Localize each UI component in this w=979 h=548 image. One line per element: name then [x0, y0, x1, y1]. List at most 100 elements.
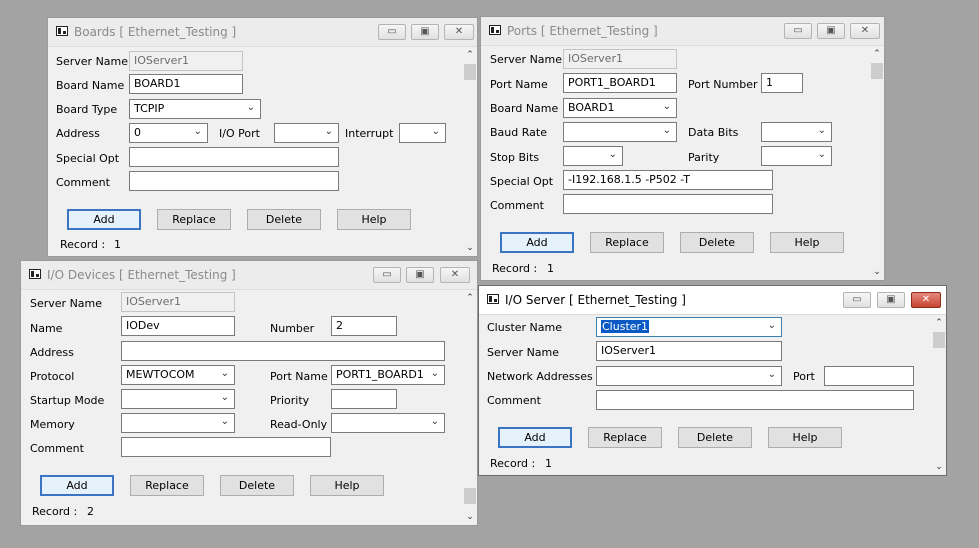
memory-label: Memory [30, 418, 75, 431]
help-button[interactable]: Help [768, 427, 842, 448]
replace-button[interactable]: Replace [590, 232, 664, 253]
special-opt-field[interactable]: -I192.168.1.5 -P502 -T [563, 170, 773, 190]
delete-button[interactable]: Delete [678, 427, 752, 448]
help-button[interactable]: Help [310, 475, 384, 496]
replace-button[interactable]: Replace [588, 427, 662, 448]
scroll-up-icon[interactable]: ⌃ [463, 292, 477, 304]
io-server-title: I/O Server [ Ethernet_Testing ] [505, 293, 686, 307]
add-button[interactable]: Add [67, 209, 141, 230]
close-button[interactable]: ✕ [444, 24, 474, 40]
chevron-down-icon: ⌄ [767, 369, 776, 380]
maximize-button[interactable]: ▣ [411, 24, 439, 40]
protocol-select[interactable]: MEWTOCOM ⌄ [121, 365, 235, 385]
read-only-select[interactable]: ⌄ [331, 413, 445, 433]
comment-field[interactable] [596, 390, 914, 410]
port-name-select[interactable]: PORT1_BOARD1 ⌄ [331, 365, 445, 385]
board-name-field[interactable]: BOARD1 [129, 74, 243, 94]
port-name-field[interactable]: PORT1_BOARD1 [563, 73, 677, 93]
maximize-button[interactable]: ▣ [406, 267, 434, 283]
server-name-field[interactable]: IOServer1 [596, 341, 782, 361]
comment-field[interactable] [563, 194, 773, 214]
scroll-thumb[interactable] [464, 488, 476, 504]
help-button[interactable]: Help [770, 232, 844, 253]
boards-window: Boards [ Ethernet_Testing ] ▭ ▣ ✕ Server… [47, 17, 478, 257]
address-select[interactable]: 0 ⌄ [129, 123, 208, 143]
scroll-up-icon[interactable]: ⌃ [463, 49, 477, 61]
priority-field[interactable] [331, 389, 397, 409]
chevron-down-icon: ⌄ [817, 125, 826, 136]
board-name-select[interactable]: BOARD1 ⌄ [563, 98, 677, 118]
scroll-down-icon[interactable]: ⌄ [932, 461, 946, 473]
help-button[interactable]: Help [337, 209, 411, 230]
minimize-button[interactable]: ▭ [843, 292, 871, 308]
chevron-down-icon: ⌄ [220, 368, 229, 379]
memory-select[interactable]: ⌄ [121, 413, 235, 433]
scroll-down-icon[interactable]: ⌄ [463, 242, 477, 254]
scroll-down-icon[interactable]: ⌄ [463, 511, 477, 523]
special-opt-field[interactable] [129, 147, 339, 167]
vertical-scrollbar[interactable]: ⌃ ⌄ [932, 315, 946, 475]
comment-field[interactable] [121, 437, 331, 457]
cluster-name-select[interactable]: Cluster1 ⌄ [596, 317, 782, 337]
stop-bits-select[interactable]: ⌄ [563, 146, 623, 166]
app-window-icon [29, 269, 41, 279]
add-button[interactable]: Add [498, 427, 572, 448]
minimize-button[interactable]: ▭ [378, 24, 406, 40]
data-bits-label: Data Bits [688, 126, 739, 139]
vertical-scrollbar[interactable]: ⌃ ⌄ [870, 46, 884, 280]
scroll-thumb[interactable] [464, 64, 476, 80]
board-name-label: Board Name [490, 102, 559, 115]
close-button[interactable]: ✕ [911, 292, 941, 308]
scroll-up-icon[interactable]: ⌃ [870, 48, 884, 60]
replace-button[interactable]: Replace [130, 475, 204, 496]
add-button[interactable]: Add [500, 232, 574, 253]
boards-titlebar[interactable]: Boards [ Ethernet_Testing ] ▭ ▣ ✕ [48, 18, 477, 47]
board-type-select[interactable]: TCPIP ⌄ [129, 99, 261, 119]
cluster-name-value: Cluster1 [601, 320, 650, 333]
delete-button[interactable]: Delete [247, 209, 321, 230]
record-number: 1 [547, 262, 554, 275]
maximize-button[interactable]: ▣ [817, 23, 845, 39]
vertical-scrollbar[interactable]: ⌃ ⌄ [463, 290, 477, 525]
port-number-field[interactable]: 1 [761, 73, 803, 93]
interrupt-select[interactable]: ⌄ [399, 123, 446, 143]
chevron-down-icon: ⌄ [220, 392, 229, 403]
delete-button[interactable]: Delete [680, 232, 754, 253]
chevron-down-icon: ⌄ [324, 126, 333, 137]
minimize-button[interactable]: ▭ [784, 23, 812, 39]
comment-field[interactable] [129, 171, 339, 191]
comment-label: Comment [487, 394, 541, 407]
chevron-down-icon: ⌄ [193, 126, 202, 137]
replace-button[interactable]: Replace [157, 209, 231, 230]
add-button[interactable]: Add [40, 475, 114, 496]
network-addresses-select[interactable]: ⌄ [596, 366, 782, 386]
close-button[interactable]: ✕ [850, 23, 880, 39]
scroll-up-icon[interactable]: ⌃ [932, 317, 946, 329]
minimize-button[interactable]: ▭ [373, 267, 401, 283]
scroll-down-icon[interactable]: ⌄ [870, 266, 884, 278]
ports-titlebar[interactable]: Ports [ Ethernet_Testing ] ▭ ▣ ✕ [481, 17, 884, 46]
number-field[interactable]: 2 [331, 316, 397, 336]
scroll-thumb[interactable] [871, 63, 883, 79]
port-label: Port [793, 370, 815, 383]
name-field[interactable]: IODev [121, 316, 235, 336]
comment-label: Comment [56, 176, 110, 189]
app-window-icon [487, 294, 499, 304]
address-field[interactable] [121, 341, 445, 361]
io-server-titlebar[interactable]: I/O Server [ Ethernet_Testing ] ▭ ▣ ✕ [479, 286, 946, 315]
scroll-thumb[interactable] [933, 332, 945, 348]
port-field[interactable] [824, 366, 914, 386]
io-port-select[interactable]: ⌄ [274, 123, 339, 143]
parity-select[interactable]: ⌄ [761, 146, 832, 166]
startup-mode-select[interactable]: ⌄ [121, 389, 235, 409]
data-bits-select[interactable]: ⌄ [761, 122, 832, 142]
vertical-scrollbar[interactable]: ⌃ ⌄ [463, 47, 477, 256]
read-only-label: Read-Only [270, 418, 328, 431]
delete-button[interactable]: Delete [220, 475, 294, 496]
io-port-label: I/O Port [219, 127, 260, 140]
ports-title: Ports [ Ethernet_Testing ] [507, 24, 658, 38]
io-devices-titlebar[interactable]: I/O Devices [ Ethernet_Testing ] ▭ ▣ ✕ [21, 261, 477, 290]
close-button[interactable]: ✕ [440, 267, 470, 283]
baud-rate-select[interactable]: ⌄ [563, 122, 677, 142]
maximize-button[interactable]: ▣ [877, 292, 905, 308]
